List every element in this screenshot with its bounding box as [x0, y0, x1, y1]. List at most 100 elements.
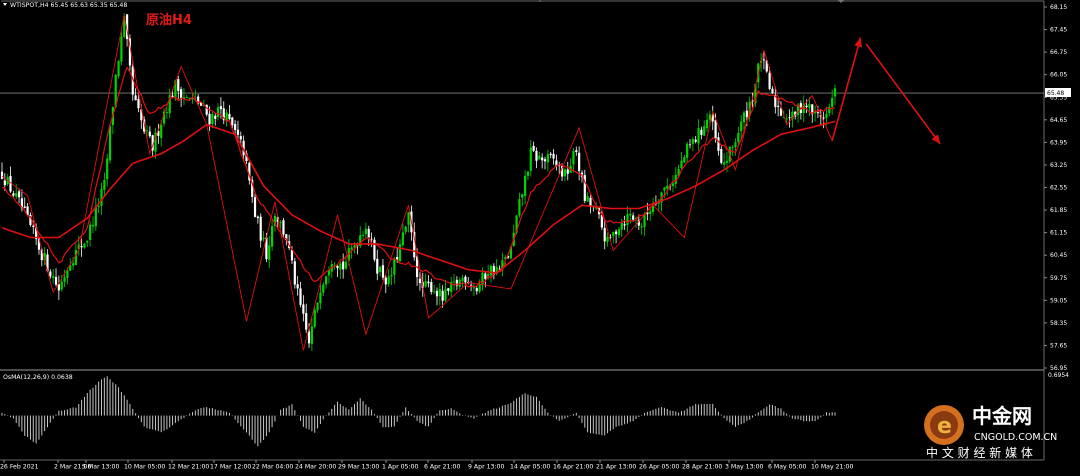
candle-body — [572, 151, 575, 165]
candle-body — [342, 261, 345, 270]
candle-body — [373, 239, 376, 260]
x-tick-label: 6 May 05:00 — [768, 464, 807, 471]
candle-body — [740, 121, 743, 132]
y-tick-label: 61.85 — [1050, 207, 1067, 214]
candle-body — [185, 97, 188, 98]
candle-body — [376, 258, 379, 274]
candle-body — [253, 197, 257, 217]
candle-body — [521, 194, 524, 198]
candle-body — [228, 113, 231, 120]
y-tick-label: 57.65 — [1050, 342, 1067, 349]
x-tick-label: 10 Mar 05:00 — [124, 464, 165, 471]
candle-body — [350, 247, 353, 250]
candle-body — [725, 160, 729, 163]
candle-body — [762, 59, 766, 61]
candle-body — [32, 225, 35, 228]
candle-body — [398, 244, 402, 261]
chart-svg: 68.1567.4566.7566.0565.3564.6563.9563.25… — [0, 0, 1080, 472]
candle-body — [339, 263, 342, 270]
y-tick-label: 59.75 — [1050, 275, 1067, 282]
candle-body — [23, 206, 26, 208]
candle-body — [364, 228, 368, 235]
candle-body — [589, 197, 592, 207]
y-tick-label: 58.35 — [1050, 320, 1067, 327]
candle-body — [603, 227, 606, 242]
watermark-tagline: 中 文 财 经 新 媒 体 — [926, 445, 1033, 460]
candle-body — [694, 139, 697, 142]
candle-body — [688, 144, 692, 146]
candle-body — [617, 229, 621, 236]
candle-body — [481, 272, 484, 286]
candle-body — [714, 120, 717, 139]
candle-body — [205, 104, 208, 115]
candle-body — [165, 111, 168, 113]
x-tick-label: 10 May 21:00 — [811, 464, 853, 471]
candle-body — [367, 228, 370, 238]
candle-body — [401, 232, 404, 246]
candle-body — [211, 113, 214, 124]
x-tick-label: 3 May 13:00 — [725, 464, 764, 471]
y-tick-label: 60.45 — [1050, 252, 1067, 259]
x-tick-label: 21 Apr 13:00 — [596, 464, 636, 471]
candle-body — [535, 150, 538, 161]
candle-body — [63, 277, 66, 282]
candle-body — [393, 258, 396, 275]
y-tick-label: 63.25 — [1050, 162, 1067, 169]
candle-body — [563, 169, 567, 177]
candle-body — [578, 152, 581, 171]
symbol-header: WTISPOT,H4 65.45 65.63 65.35 65.48 — [10, 2, 127, 9]
watermark-url: CNGOLD.COM.CN — [974, 432, 1057, 443]
candle-body — [518, 199, 521, 216]
candle-body — [290, 249, 294, 261]
y-tick-label: 66.05 — [1050, 72, 1067, 79]
candle-body — [632, 215, 635, 220]
candle-body — [768, 72, 771, 89]
candle-body — [831, 97, 834, 107]
candle-body — [106, 158, 109, 180]
candle-body — [549, 153, 552, 155]
candle-body — [723, 162, 726, 165]
candle-body — [262, 237, 265, 240]
candle-body — [336, 265, 339, 269]
candle-body — [805, 105, 808, 108]
candle-body — [15, 193, 18, 197]
candle-body — [489, 265, 493, 276]
candle-body — [686, 143, 689, 158]
y-tick-label: 63.95 — [1050, 139, 1067, 146]
candle-body — [441, 290, 444, 301]
candle-body — [777, 105, 780, 107]
candle-body — [731, 146, 734, 148]
candle-body — [177, 79, 180, 91]
candle-body — [387, 276, 390, 284]
candle-body — [293, 261, 296, 285]
candle-body — [361, 235, 365, 237]
candle-body — [526, 171, 530, 176]
candle-body — [438, 288, 441, 297]
candle-body — [430, 282, 433, 292]
candle-body — [236, 129, 240, 135]
x-tick-label: 16 Apr 21:00 — [553, 464, 593, 471]
x-tick-label: 9 Apr 13:00 — [468, 464, 504, 471]
candle-body — [461, 278, 464, 282]
candle-body — [663, 187, 666, 191]
osma-max-label: 0.6954 — [1048, 372, 1069, 379]
candle-body — [703, 126, 706, 136]
candle-body — [12, 193, 15, 196]
candle-body — [381, 265, 385, 278]
y-tick-label: 64.65 — [1050, 117, 1067, 124]
candle-body — [649, 211, 652, 214]
candle-body — [705, 119, 709, 129]
candle-body — [282, 220, 285, 235]
x-tick-label: 29 Mar 13:00 — [338, 464, 379, 471]
candle-body — [219, 106, 223, 110]
candle-body — [683, 157, 686, 163]
candle-body — [0, 171, 4, 179]
candle-body — [532, 145, 535, 151]
candle-body — [137, 98, 140, 109]
candle-body — [816, 112, 820, 114]
candle-body — [717, 137, 720, 151]
candle-body — [270, 225, 274, 247]
candle-body — [404, 226, 407, 232]
candle-body — [302, 304, 305, 314]
candle-body — [52, 276, 55, 279]
